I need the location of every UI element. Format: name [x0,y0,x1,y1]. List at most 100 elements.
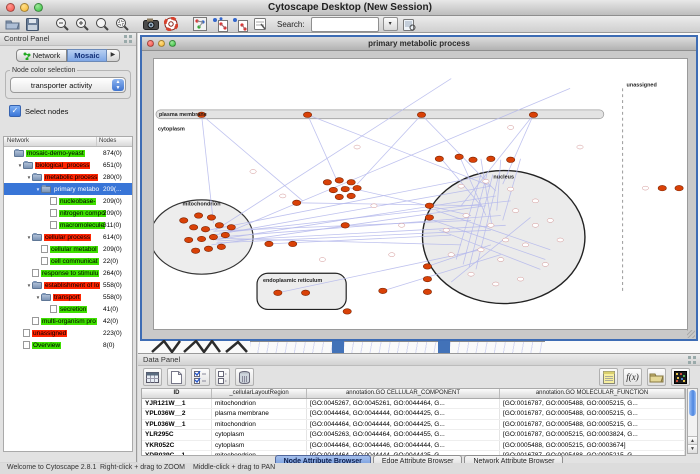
window-titlebar[interactable]: Cytoscape Desktop (New Session) [0,0,700,16]
minimize-button[interactable] [158,40,165,47]
create-network-view-icon[interactable] [211,17,228,32]
column-header[interactable]: annotation.GO MOLECULAR_FUNCTION [500,389,685,398]
attribute-matrix-icon[interactable] [671,368,690,386]
open-file-icon[interactable] [4,17,21,32]
attribute-editor-icon[interactable] [599,368,618,386]
network-tree-row[interactable]: cellular metabol209(0) [4,243,132,255]
zoom-out-icon[interactable] [53,17,70,32]
column-header[interactable]: ID [142,389,212,398]
table-cell[interactable]: YKR052C [142,441,212,450]
table-cell[interactable]: [GO:0045267, GO:0045261, GO:0044464, G..… [307,399,500,408]
close-button[interactable] [147,40,154,47]
tab-mosaic[interactable]: Mosaic [67,49,106,62]
network-tree-row[interactable]: ▼metabolic process280(0) [4,171,132,183]
table-cell[interactable]: YPL036W__2 [142,409,212,418]
column-header[interactable]: _cellularLayoutRegion [212,389,307,398]
network-tree-row[interactable]: nitrogen compo209(0) [4,207,132,219]
new-attribute-icon[interactable] [167,368,186,386]
table-row[interactable]: YPL036W__1mitochondrion[GO:0044464, GO:0… [142,420,685,430]
table-vertical-scrollbar[interactable]: ▲ ▼ [687,388,698,454]
table-cell[interactable]: YPL036W__1 [142,420,212,429]
zoom-fit-icon[interactable] [93,17,110,32]
network-window-titlebar[interactable]: primary metabolic process [142,37,696,51]
network-canvas[interactable]: plasma membranecytoplasmmitochondrionnuc… [153,58,688,330]
float-panel-icon[interactable] [688,356,696,364]
table-cell[interactable]: [GO:0016787, GO:0005488, GO:0005215, G..… [500,399,685,408]
table-cell[interactable]: cytoplasm [212,430,307,439]
select-nodes-option[interactable]: ✓ Select nodes [9,105,136,117]
network-tree-row[interactable]: ▼cellular process614(0) [4,231,132,243]
function-builder-icon[interactable]: f(x) [623,368,642,386]
search-dropdown-button[interactable]: ▾ [383,17,398,31]
table-cell[interactable]: YJR121W__1 [142,399,212,408]
table-cell[interactable]: [GO:0045263, GO:0044464, GO:0044455, G..… [307,430,500,439]
network-tree-row[interactable]: mosaic-demo-yeast874(0) [4,147,132,159]
network-tree-row[interactable]: secretion41(0) [4,303,132,315]
control-panel-title: Control Panel [4,34,49,43]
destroy-network-view-icon[interactable] [231,17,248,32]
search-config-icon[interactable] [401,17,418,32]
network-tree-row[interactable]: macromolecule311(0) [4,219,132,231]
network-tree-row[interactable]: response to stimulu264(0) [4,267,132,279]
table-cell[interactable]: [GO:0016787, GO:0005215, GO:0003824, G..… [500,430,685,439]
table-cell[interactable]: mitochondrion [212,399,307,408]
zoom-button[interactable] [34,3,43,12]
minimize-button[interactable] [20,3,29,12]
network-tree-row[interactable]: unassigned223(0) [4,327,132,339]
table-cell[interactable]: [GO:0044464, GO:0044444, GO:0044425, G..… [307,409,500,418]
tab-network[interactable]: Network [16,49,68,62]
table-cell[interactable]: [GO:0005488, GO:0005215, GO:0003674] [500,441,685,450]
save-session-icon[interactable] [24,17,41,32]
float-panel-icon[interactable] [124,35,132,43]
column-header[interactable]: annotation.GO CELLULAR_COMPONENT [307,389,500,398]
select-attributes-icon[interactable] [191,368,210,386]
close-button[interactable] [6,3,15,12]
network-tree-row[interactable]: nucleobase-209(0) [4,195,132,207]
table-row[interactable]: YJR121W__1mitochondrion[GO:0045267, GO:0… [142,399,685,409]
search-input[interactable] [311,17,379,32]
snapshot-camera-icon[interactable] [142,17,159,32]
graph-node [280,194,286,198]
unselect-attributes-icon[interactable] [215,368,230,386]
table-row[interactable]: YLR295Ccytoplasm[GO:0045263, GO:0044464,… [142,430,685,440]
network-tree-row[interactable]: ▼primary metabo209(... [4,183,132,195]
network-tree-row[interactable]: multi-organism pro42(0) [4,315,132,327]
help-lifesaver-icon[interactable] [162,17,179,32]
table-cell[interactable]: [GO:0016787, GO:0005488, GO:0005215, G..… [500,420,685,429]
table-row[interactable]: YPL036W__2plasma membrane[GO:0044464, GO… [142,409,685,419]
region-nucleus [422,171,584,304]
node-color-attribute-select[interactable]: transporter activity ▲▼ [10,77,126,93]
network-tree-row[interactable]: Overview8(0) [4,339,132,351]
import-attributes-icon[interactable] [647,368,666,386]
zoom-in-icon[interactable] [73,17,90,32]
delete-attribute-icon[interactable] [235,368,254,386]
resize-grip[interactable] [687,330,695,338]
tree-col-network[interactable]: Network [4,137,97,146]
table-cell[interactable]: YLR295C [142,430,212,439]
graph-node-selected [185,237,193,242]
table-cell[interactable]: plasma membrane [212,409,307,418]
background-window-fragment[interactable] [150,340,250,353]
table-cell[interactable]: cytoplasm [212,441,307,450]
network-tree-row[interactable]: ▼establishment of lo558(0) [4,279,132,291]
select-nodes-checkbox[interactable]: ✓ [9,105,21,117]
table-cell[interactable]: [GO:0044464, GO:0044446, GO:0044444, G..… [307,441,500,450]
scrollbar-thumb[interactable] [689,390,696,416]
network-tree-row[interactable]: ▼transport558(0) [4,291,132,303]
network-tree-row[interactable]: ▼biological_process651(0) [4,159,132,171]
table-cell[interactable]: [GO:0044464, GO:0044444, GO:0044425, G..… [307,420,500,429]
manage-networks-icon[interactable] [191,17,208,32]
select-all-attributes-icon[interactable] [143,368,162,386]
annotation-search-icon[interactable] [251,17,268,32]
zoom-button[interactable] [169,40,176,47]
tab-overflow-button[interactable]: ▶ [107,49,121,62]
tree-col-nodes[interactable]: Nodes [97,137,132,146]
table-row[interactable]: YKR052Ccytoplasm[GO:0044464, GO:0044446,… [142,441,685,451]
table-cell[interactable]: mitochondrion [212,420,307,429]
graph-node-selected [658,185,666,190]
table-cell[interactable]: [GO:0016787, GO:0005488, GO:0005215, G..… [500,409,685,418]
scroll-down-arrow[interactable]: ▼ [688,444,697,453]
network-tree-row[interactable]: cell communicat22(0) [4,255,132,267]
zoom-selected-icon[interactable] [113,17,130,32]
network-view-window[interactable]: primary metabolic process plasma membran… [140,35,698,341]
